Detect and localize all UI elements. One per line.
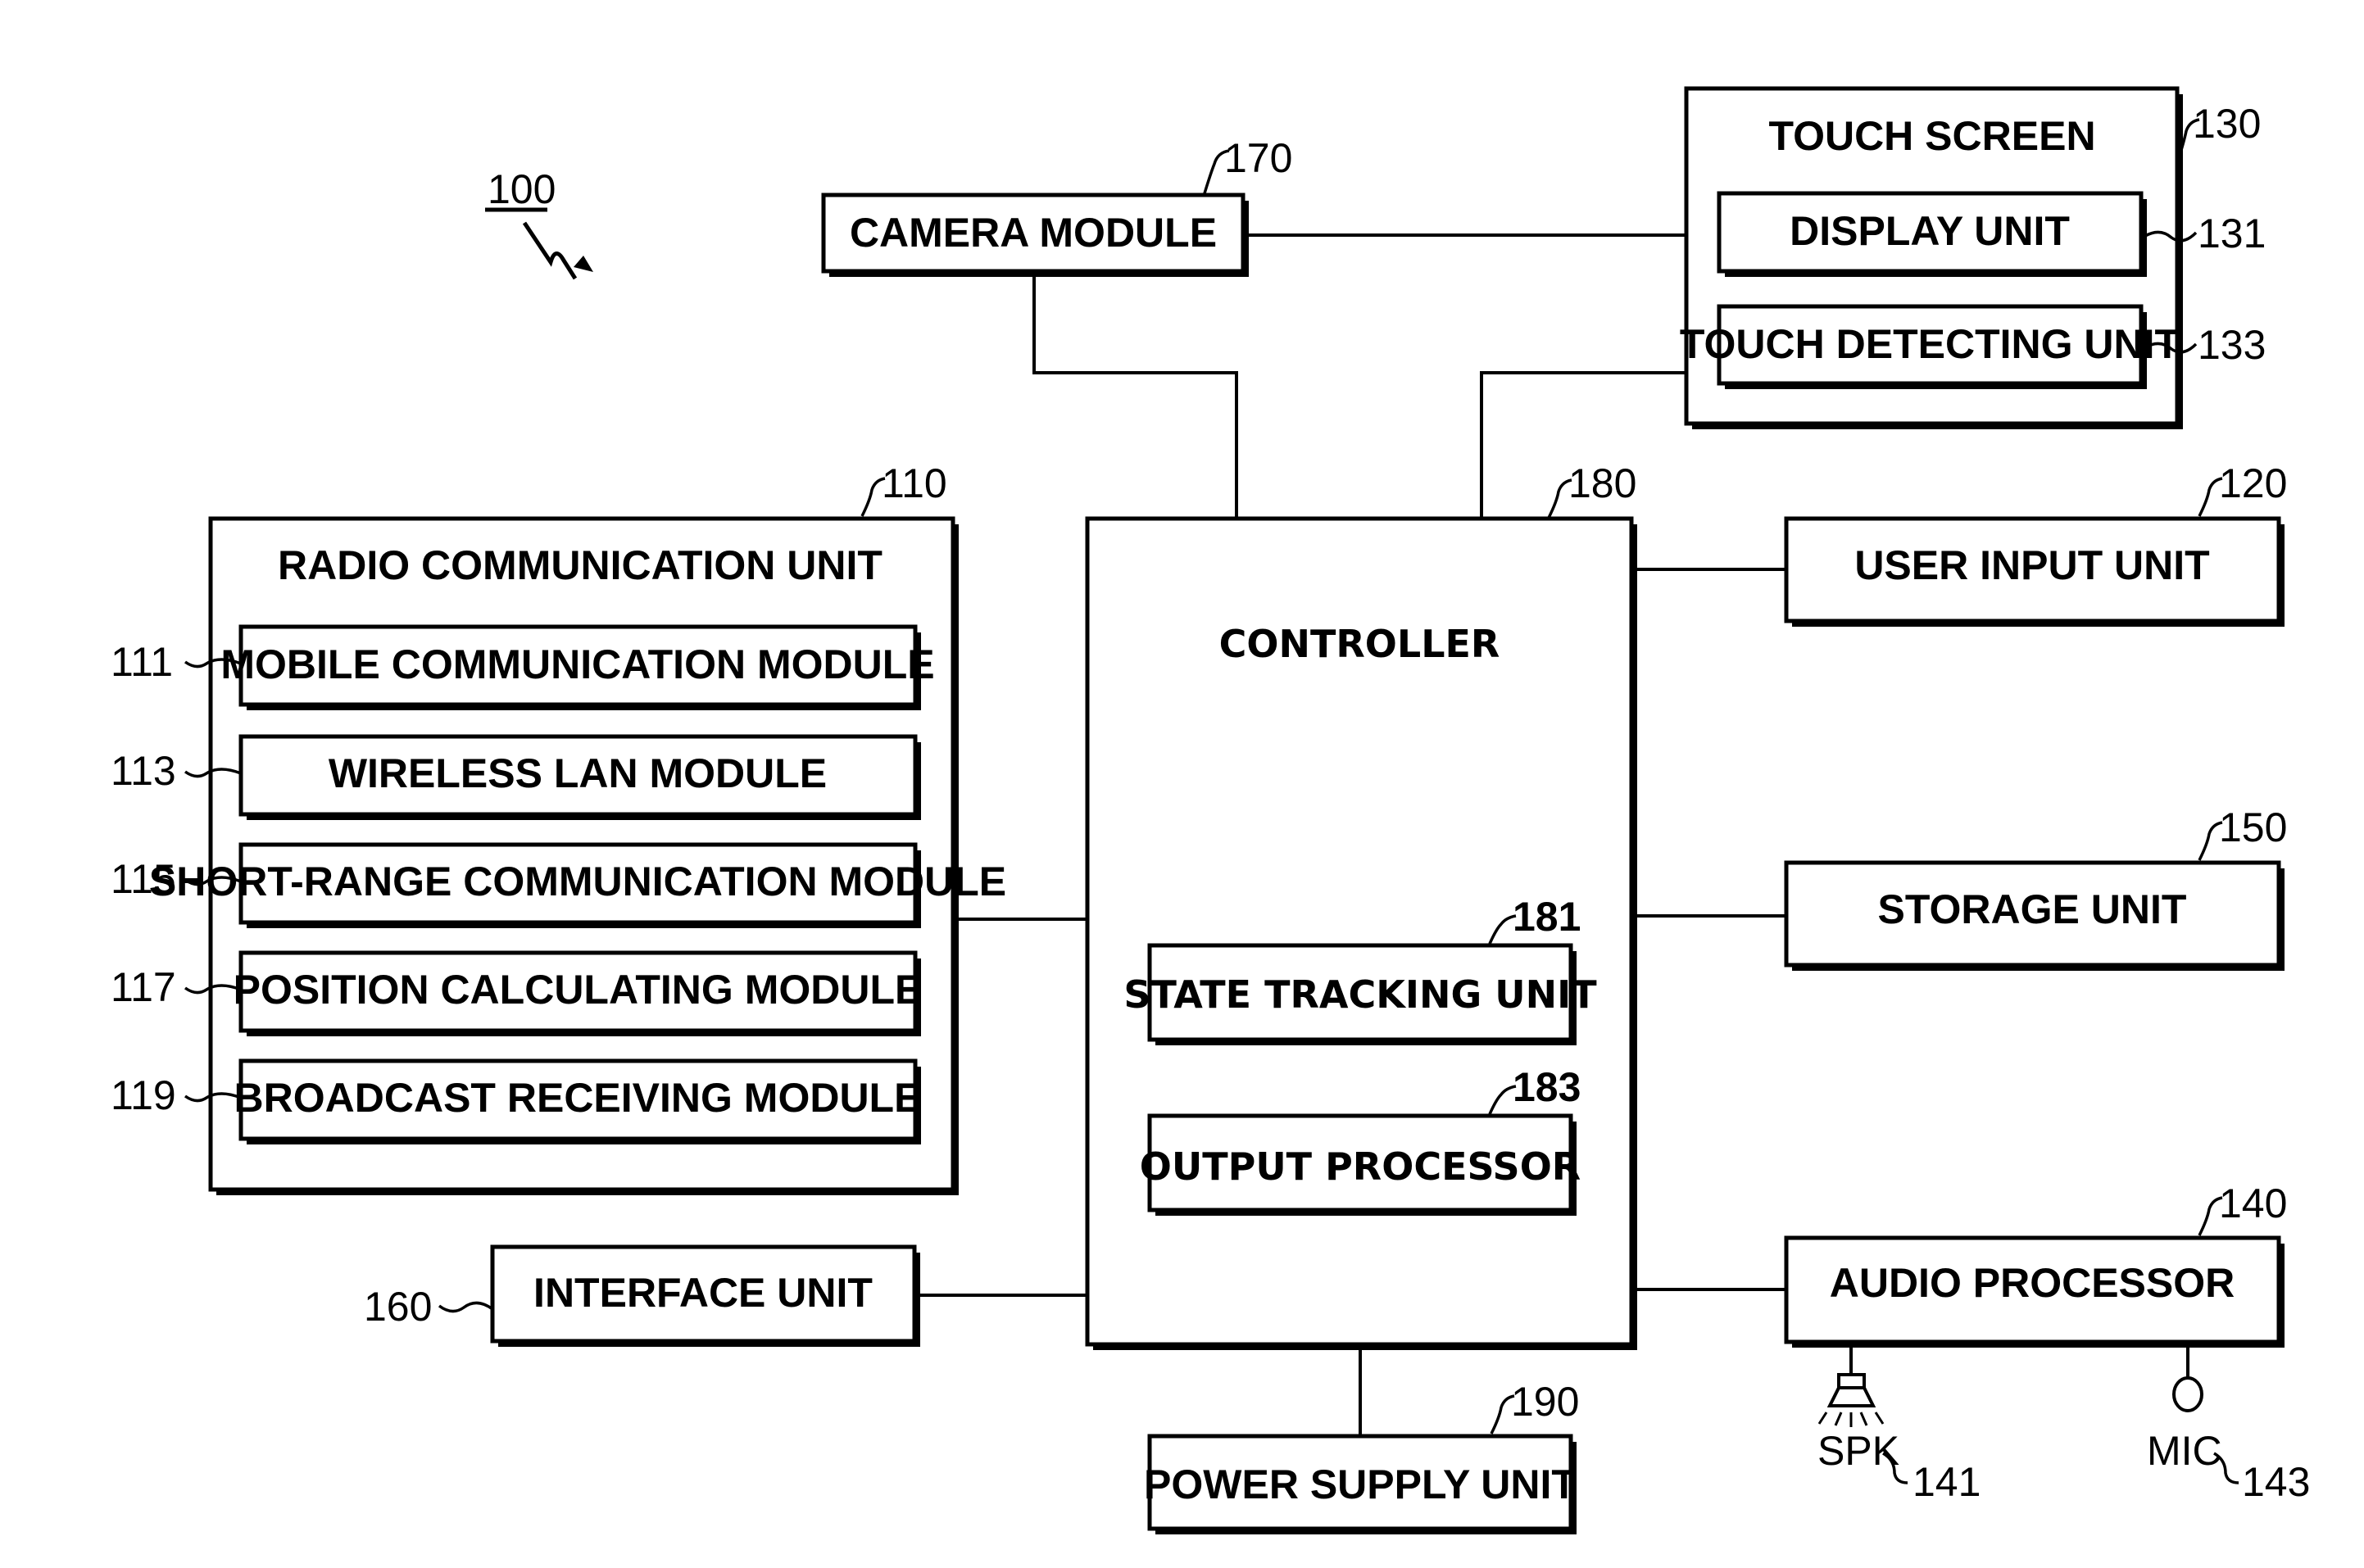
module-ref: 113 [111, 748, 176, 794]
module-label: MOBILE COMMUNICATION MODULE [220, 641, 934, 687]
speaker-ref: 141 [1913, 1459, 1981, 1505]
audio-processor-block[interactable]: AUDIO PROCESSOR [1784, 1235, 2285, 1348]
touch-screen-block[interactable]: TOUCH SCREEN DISPLAY UNIT TOUCH DETECTIN… [1680, 86, 2183, 429]
touch-detecting-ref: 133 [2198, 322, 2266, 368]
state-tracking-unit-block[interactable]: STATE TRACKING UNIT [1123, 943, 1597, 1045]
audio-ref: 140 [2219, 1181, 2287, 1226]
module-broadcast-receiving[interactable]: BROADCAST RECEIVING MODULE [234, 1058, 922, 1144]
device-ref-number: 100 [488, 166, 556, 212]
interface-ref: 160 [364, 1284, 432, 1330]
module-ref: 115 [111, 856, 176, 902]
interface-ref-leader [438, 1301, 494, 1313]
display-unit-label: DISPLAY UNIT [1790, 208, 2070, 254]
module-ref: 111 [111, 639, 173, 685]
camera-module-label: CAMERA MODULE [850, 210, 1217, 256]
block-diagram: 100 CAMERA MODULE 170 TOUCH SCREEN DISPL… [111, 86, 2310, 1534]
output-processor-ref: 183 [1513, 1064, 1581, 1110]
power-ref: 190 [1511, 1379, 1579, 1425]
touch-detecting-unit-label: TOUCH DETECTING UNIT [1680, 321, 2180, 367]
speaker[interactable]: SPK 141 [1817, 1345, 1981, 1505]
storage-unit-block[interactable]: STORAGE UNIT [1784, 860, 2285, 971]
module-position-calculating[interactable]: POSITION CALCULATING MODULE [234, 950, 923, 1036]
touch-detecting-unit-block[interactable]: TOUCH DETECTING UNIT [1680, 304, 2180, 389]
interface-unit-block[interactable]: INTERFACE UNIT [490, 1244, 920, 1347]
module-wireless-lan[interactable]: WIRELESS LAN MODULE [238, 734, 921, 820]
speaker-icon [1817, 1373, 1885, 1427]
user-input-unit-block[interactable]: USER INPUT UNIT [1784, 516, 2285, 627]
user-input-ref: 120 [2219, 460, 2287, 506]
module-ref: 119 [111, 1072, 176, 1118]
microphone-icon [2172, 1376, 2203, 1412]
module-mobile-communication[interactable]: MOBILE COMMUNICATION MODULE [220, 624, 935, 710]
microphone-label: MIC [2147, 1428, 2222, 1474]
controller-ref: 180 [1568, 460, 1636, 506]
module-short-range-communication[interactable]: SHORT-RANGE COMMUNICATION MODULE [149, 842, 1006, 928]
storage-unit-label: STORAGE UNIT [1878, 886, 2187, 932]
state-tracking-ref: 181 [1513, 894, 1581, 940]
arrow-head-icon [574, 256, 593, 272]
module-label: POSITION CALCULATING MODULE [234, 967, 923, 1013]
wire-camera-controller [1032, 273, 1238, 519]
module-label: BROADCAST RECEIVING MODULE [234, 1075, 922, 1121]
module-label: WIRELESS LAN MODULE [329, 750, 827, 796]
storage-ref: 150 [2219, 804, 2287, 850]
microphone-ref: 143 [2242, 1459, 2310, 1505]
touch-screen-ref: 130 [2193, 101, 2261, 147]
display-unit-block[interactable]: DISPLAY UNIT [1717, 191, 2147, 277]
output-processor-label: OUTPUT PROCESSOR [1140, 1144, 1581, 1189]
controller-label: CONTROLLER [1219, 622, 1500, 666]
output-processor-block[interactable]: OUTPUT PROCESSOR [1140, 1113, 1581, 1216]
camera-ref: 170 [1224, 135, 1292, 181]
speaker-label: SPK [1817, 1428, 1899, 1474]
device-ref: 100 [485, 166, 593, 280]
interface-unit-label: INTERFACE UNIT [533, 1270, 873, 1316]
user-input-unit-label: USER INPUT UNIT [1854, 542, 2209, 588]
camera-module-block[interactable]: CAMERA MODULE [821, 193, 1249, 277]
radio-ref: 110 [882, 460, 947, 506]
display-unit-ref: 131 [2198, 211, 2266, 256]
power-supply-unit-block[interactable]: POWER SUPPLY UNIT [1144, 1434, 1577, 1534]
module-label: SHORT-RANGE COMMUNICATION MODULE [149, 859, 1006, 904]
touch-screen-label: TOUCH SCREEN [1768, 113, 2095, 159]
module-ref: 117 [111, 964, 176, 1010]
audio-processor-label: AUDIO PROCESSOR [1830, 1260, 2235, 1306]
radio-modules: MOBILE COMMUNICATION MODULE 111 WIRELESS… [111, 624, 1006, 1144]
microphone[interactable]: MIC 143 [2147, 1345, 2310, 1505]
power-supply-unit-label: POWER SUPPLY UNIT [1144, 1462, 1577, 1507]
lightning-arrow-icon [522, 221, 578, 280]
state-tracking-unit-label: STATE TRACKING UNIT [1123, 972, 1597, 1017]
radio-communication-label: RADIO COMMUNICATION UNIT [278, 542, 883, 588]
